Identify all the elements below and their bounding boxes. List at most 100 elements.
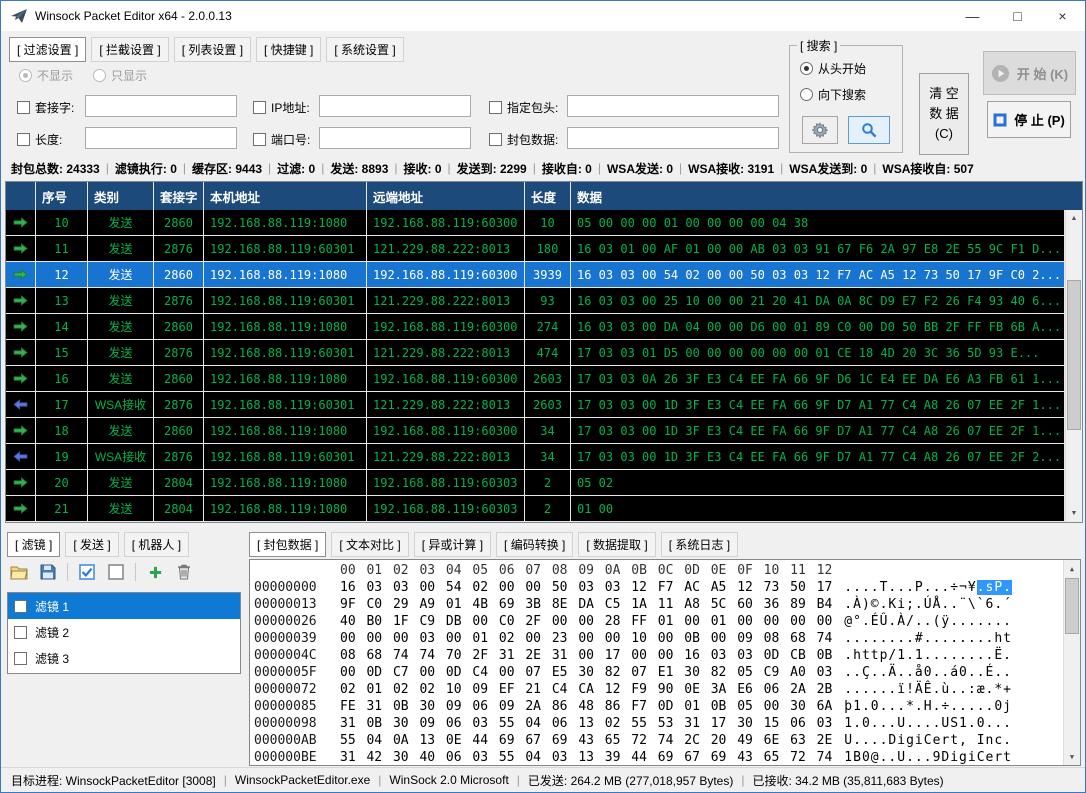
unchecked-box-icon[interactable] — [14, 652, 27, 665]
hex-ascii[interactable]: ......ï!ÄÊ.ù..:æ.*+ — [844, 681, 1012, 698]
hex-bytes[interactable]: 31 0B 30 09 06 03 55 04 06 13 02 55 53 3… — [340, 715, 832, 732]
hex-ascii[interactable]: @°.ÉÛ.À/..(ÿ....... — [844, 613, 1012, 630]
minimize-button[interactable]: — — [950, 1, 995, 31]
tab-send[interactable]: [ 发送 ] — [65, 532, 118, 557]
stat-value: 9443 — [235, 162, 262, 176]
tab-xor-calc[interactable]: [ 异或计算 ] — [414, 532, 491, 557]
hex-offset[interactable]: 0000005F — [254, 664, 340, 681]
tab-data-extract[interactable]: [ 数据提取 ] — [578, 532, 655, 557]
radio-search-downward[interactable]: 向下搜索 — [800, 86, 866, 103]
checkbox-ip-address[interactable] — [253, 101, 266, 114]
stop-button[interactable]: 停 止 (P) — [987, 101, 1071, 138]
hex-offset[interactable]: 00000013 — [254, 596, 340, 613]
scrollbar-thumb[interactable] — [1067, 280, 1081, 430]
input-packet-data[interactable] — [567, 127, 779, 149]
scrollbar-thumb[interactable] — [1065, 578, 1079, 634]
hex-bytes[interactable]: 00 0D C7 00 0D C4 00 07 E5 30 82 07 E1 3… — [340, 664, 832, 681]
table-row[interactable]: 21发送2804192.168.88.119:1080192.168.88.11… — [6, 496, 1065, 522]
table-row[interactable]: 12发送2860192.168.88.119:1080192.168.88.11… — [6, 262, 1065, 288]
close-button[interactable]: × — [1040, 1, 1085, 31]
table-row[interactable]: 18发送2860192.168.88.119:1080192.168.88.11… — [6, 418, 1065, 444]
hex-bytes[interactable]: 40 B0 1F C9 DB 00 C0 2F 00 00 28 FF 01 0… — [340, 613, 832, 630]
hex-bytes[interactable]: 55 04 0A 13 0E 44 69 67 69 43 65 72 74 2… — [340, 732, 832, 749]
tab-robot[interactable]: [ 机器人 ] — [124, 532, 189, 557]
hex-ascii[interactable]: U....DigiCert, Inc. — [844, 732, 1012, 749]
maximize-button[interactable]: □ — [995, 1, 1040, 31]
hex-offset[interactable]: 00000098 — [254, 715, 340, 732]
hex-offset[interactable]: 000000AB — [254, 732, 340, 749]
hex-bytes[interactable]: 31 42 30 40 06 03 55 04 03 13 39 44 69 6… — [340, 749, 832, 766]
hex-bytes[interactable]: 02 01 02 02 10 09 EF 21 C4 CA 12 F9 90 0… — [340, 681, 832, 698]
search-settings-button[interactable] — [802, 116, 838, 144]
hex-offset[interactable]: 00000000 — [254, 579, 340, 596]
hex-offset[interactable]: 00000085 — [254, 698, 340, 715]
clear-data-button[interactable]: 清 空 数 据 (C) — [919, 73, 969, 155]
hex-ascii[interactable]: þ1.0...*.H.÷.....0j — [844, 698, 1012, 715]
table-row[interactable]: 16发送2860192.168.88.119:1080192.168.88.11… — [6, 366, 1065, 392]
hex-bytes[interactable]: 00 00 00 03 00 01 02 00 23 00 00 10 00 0… — [340, 630, 832, 647]
save-icon[interactable] — [38, 562, 58, 582]
checkbox-port[interactable] — [253, 133, 266, 146]
scroll-down-icon[interactable]: ▼ — [1064, 748, 1080, 765]
hex-ascii[interactable]: 1B0@..U...9DigiCert — [844, 749, 1012, 766]
checked-box-icon[interactable] — [77, 562, 97, 582]
hex-bytes[interactable]: 9F C0 29 A9 01 4B 69 3B 8E DA C5 1A 11 A… — [340, 596, 832, 613]
tab-system-log[interactable]: [ 系统日志 ] — [661, 532, 738, 557]
input-port[interactable] — [319, 127, 471, 149]
table-row[interactable]: 14发送2860192.168.88.119:1080192.168.88.11… — [6, 314, 1065, 340]
hex-offset[interactable]: 000000BE — [254, 749, 340, 766]
scroll-down-icon[interactable]: ▼ — [1066, 505, 1082, 522]
scroll-up-icon[interactable]: ▲ — [1066, 210, 1082, 227]
input-packet-header[interactable] — [567, 95, 779, 117]
hex-offset[interactable]: 00000039 — [254, 630, 340, 647]
hex-bytes[interactable]: 16 03 03 00 54 02 00 00 50 03 03 12 F7 A… — [340, 579, 832, 596]
hex-offset[interactable]: 0000004C — [254, 647, 340, 664]
search-button[interactable] — [848, 116, 890, 144]
radio-search-from-start[interactable]: 从头开始 — [800, 60, 866, 77]
hex-ascii[interactable]: ....T...P...÷¬¥.sP. — [844, 579, 1012, 596]
unchecked-box-icon[interactable] — [14, 626, 27, 639]
unchecked-box-icon[interactable] — [106, 562, 126, 582]
table-row[interactable]: 11发送2876192.168.88.119:60301121.229.88.2… — [6, 236, 1065, 262]
add-plus-icon[interactable] — [145, 562, 165, 582]
table-row[interactable]: 10发送2860192.168.88.119:1080192.168.88.11… — [6, 210, 1065, 236]
table-row[interactable]: 17WSA接收2876192.168.88.119:60301121.229.8… — [6, 392, 1065, 418]
tab-text-compare[interactable]: [ 文本对比 ] — [331, 532, 408, 557]
hex-ascii[interactable]: .http/1.1........Ë. — [844, 647, 1012, 664]
checkbox-packet-data[interactable] — [489, 133, 502, 146]
scroll-up-icon[interactable]: ▲ — [1064, 560, 1080, 577]
start-button[interactable]: 开 始 (K) — [983, 51, 1076, 95]
input-length[interactable] — [85, 127, 237, 149]
tab-encoding-convert[interactable]: [ 编码转换 ] — [496, 532, 573, 557]
filter-list-item[interactable]: 滤镜 3 — [8, 645, 240, 671]
hex-ascii[interactable]: ..Ç..Ä..å0..á0..É.. — [844, 664, 1012, 681]
input-socket[interactable] — [85, 95, 237, 117]
trash-icon[interactable] — [174, 562, 194, 582]
hex-view[interactable]: 00 01 02 03 04 05 06 07 08 09 0A 0B 0C 0… — [249, 559, 1081, 766]
hex-ascii[interactable]: ........#........ht — [844, 630, 1012, 647]
tab-packet-data[interactable]: [ 封包数据 ] — [249, 532, 326, 557]
table-row[interactable]: 15发送2876192.168.88.119:60301121.229.88.2… — [6, 340, 1065, 366]
hex-offset[interactable]: 00000072 — [254, 681, 340, 698]
hex-bytes[interactable]: 08 68 74 74 70 2F 31 2E 31 00 17 00 00 1… — [340, 647, 832, 664]
checkbox-socket[interactable] — [17, 101, 30, 114]
hex-ascii[interactable]: .À)©.Ki;.ÚÅ..¨\`6.´ — [844, 596, 1012, 613]
tab-filters[interactable]: [ 滤镜 ] — [7, 532, 60, 557]
table-row[interactable]: 19WSA接收2876192.168.88.119:60301121.229.8… — [6, 444, 1065, 470]
filter-list-item[interactable]: 滤镜 2 — [8, 619, 240, 645]
radio-hide[interactable]: 不显示 — [19, 67, 73, 84]
hex-scrollbar[interactable]: ▲ ▼ — [1063, 560, 1080, 765]
hex-bytes[interactable]: FE 31 0B 30 09 06 09 2A 86 48 86 F7 0D 0… — [340, 698, 832, 715]
hex-ascii[interactable]: 1.0...U....US1.0... — [844, 715, 1012, 732]
radio-show-only[interactable]: 只显示 — [93, 67, 147, 84]
input-ip-address[interactable] — [319, 95, 471, 117]
checkbox-length[interactable] — [17, 133, 30, 146]
checkbox-packet-header[interactable] — [489, 101, 502, 114]
table-row[interactable]: 20发送2804192.168.88.119:1080192.168.88.11… — [6, 470, 1065, 496]
open-folder-icon[interactable] — [9, 562, 29, 582]
hex-offset[interactable]: 00000026 — [254, 613, 340, 630]
table-row[interactable]: 13发送2876192.168.88.119:60301121.229.88.2… — [6, 288, 1065, 314]
unchecked-box-icon[interactable] — [14, 600, 27, 613]
packet-table-scrollbar[interactable]: ▲ ▼ — [1065, 210, 1082, 522]
filter-list-item[interactable]: 滤镜 1 — [8, 593, 240, 619]
